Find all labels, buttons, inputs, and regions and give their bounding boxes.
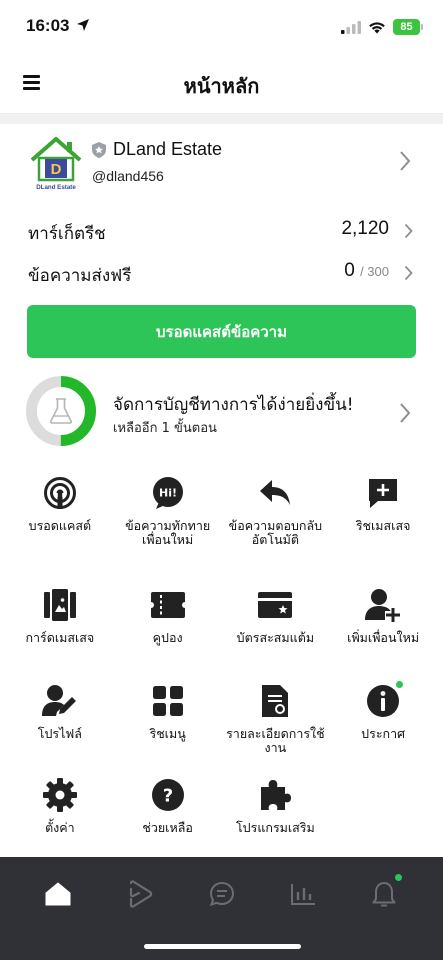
feature-grid: บรอดแคสต์ Hi! ข้อความทักทายเพื่อนใหม่ ข้… [6, 475, 437, 877]
insight-chart-icon [291, 884, 315, 905]
target-reach-value: 2,120 [341, 218, 389, 239]
free-messages-total: / 300 [360, 264, 389, 279]
logo-letter: D [51, 161, 62, 178]
page-title: หน้าหลัก [183, 74, 260, 98]
status-time: 16:03 [26, 16, 70, 35]
chat-icon [209, 881, 235, 907]
account-profile[interactable]: D DLand Estate DLand Estate @dland456 [0, 126, 443, 198]
video-play-icon [129, 880, 153, 908]
grid-label: ตั้งค่า [45, 820, 75, 835]
rich-menu-icon [152, 686, 183, 716]
svg-text:Hi!: Hi! [159, 487, 177, 500]
notification-bell-icon [372, 882, 396, 907]
free-messages-count: 0 [344, 260, 355, 281]
account-name: DLand Estate [113, 139, 223, 159]
free-messages-label: ข้อความส่งฟรี [28, 266, 132, 286]
setup-title: จัดการบัญชีทางการได้ง่ายยิ่งขึ้น! [113, 395, 354, 415]
free-messages-value: 0 / 300 [344, 260, 389, 282]
target-reach-label: ทาร์เก็ตรีช [28, 224, 106, 244]
grid-item-reward-card[interactable]: บัตรสะสมแต้ม [222, 587, 330, 687]
wifi-icon [369, 21, 385, 33]
grid-label: บัตรสะสมแต้ม [236, 630, 315, 645]
broadcast-icon [43, 477, 76, 509]
grid-label: บรอดแคสต์ [28, 518, 92, 533]
grid-label: ริชเมสเสจ [355, 518, 411, 533]
grid-label: รายละเอียดการใช้งาน [226, 726, 325, 755]
nav-chat[interactable] [202, 874, 242, 914]
status-indicators: 85 [341, 19, 423, 35]
grid-item-usage-details[interactable]: รายละเอียดการใช้งาน [222, 683, 330, 783]
grid-label: โปรไฟล์ [37, 726, 82, 741]
name-row: DLand Estate [92, 139, 222, 160]
grid-label: ช่วยเหลือ [142, 820, 193, 835]
account-id: @dland456 [92, 168, 164, 184]
grid-label: ข้อความทักทายเพื่อนใหม่ [125, 518, 211, 547]
status-bar: 16:03 85 [0, 0, 443, 56]
grid-item-coupon[interactable]: คูปอง [114, 587, 222, 687]
grid-label: เพิ่มเพื่อนใหม่ [347, 630, 420, 645]
broadcast-message-button[interactable]: บรอดแคสต์ข้อความ [27, 305, 416, 358]
grid-item-card-message[interactable]: การ์ดเมสเสจ [6, 587, 114, 687]
grid-item-broadcast[interactable]: บรอดแคสต์ [6, 475, 114, 575]
reward-card-icon [258, 592, 293, 618]
flask-icon [49, 398, 73, 424]
card-message-icon [43, 589, 76, 621]
setup-subtitle: เหลืออีก 1 ขั้นตอน [113, 421, 217, 436]
chevron-right-icon [404, 223, 413, 239]
cellular-signal-icon [341, 20, 361, 34]
svg-text:?: ? [162, 786, 172, 807]
free-messages-row[interactable]: ข้อความส่งฟรี 0 / 300 [0, 252, 443, 294]
profile-edit-icon [41, 685, 76, 716]
chevron-right-icon [404, 265, 413, 281]
settings-gear-icon [42, 778, 77, 812]
grid-label: คูปอง [152, 630, 183, 645]
notification-dot [395, 680, 405, 689]
app-header: หน้าหลัก [0, 56, 443, 114]
setup-progress-ring [26, 376, 96, 446]
nav-home[interactable] [38, 874, 78, 914]
notification-dot [394, 873, 403, 882]
grid-item-add-friend[interactable]: เพิ่มเพื่อนใหม่ [329, 587, 437, 687]
nav-insight[interactable] [283, 874, 323, 914]
battery-indicator: 85 [393, 19, 420, 35]
help-icon: ? [151, 779, 184, 811]
rich-message-icon [369, 479, 398, 508]
grid-label: ข้อความตอบกลับอัตโนมัติ [228, 518, 323, 547]
grid-item-rich-message[interactable]: ริชเมสเสจ [329, 475, 437, 575]
account-logo: D DLand Estate [30, 137, 82, 191]
section-divider [0, 114, 443, 124]
nav-video[interactable] [120, 874, 160, 914]
greeting-message-icon: Hi! [152, 477, 183, 509]
grid-item-announcement[interactable]: ประกาศ [329, 680, 437, 783]
add-friend-icon [365, 589, 401, 622]
account-setup-card[interactable]: จัดการบัญชีทางการได้ง่ายยิ่งขึ้น! เหลืออ… [0, 373, 443, 451]
grid-label: โปรแกรมเสริม [235, 820, 315, 835]
grid-item-auto-reply[interactable]: ข้อความตอบกลับอัตโนมัติ [222, 475, 330, 575]
nav-notifications[interactable] [364, 873, 404, 914]
grid-label: ประกาศ [361, 726, 406, 741]
grid-label: ริชเมนู [149, 726, 186, 741]
verified-shield-icon [92, 141, 106, 158]
battery-tip [421, 24, 423, 30]
logo-text: DLand Estate [36, 184, 76, 191]
extension-puzzle-icon [261, 780, 292, 810]
home-indicator [144, 944, 301, 949]
grid-label: การ์ดเมสเสจ [25, 630, 95, 645]
home-icon [45, 882, 71, 906]
target-reach-row[interactable]: ทาร์เก็ตรีช 2,120 [0, 210, 443, 252]
chevron-right-icon [400, 403, 411, 423]
grid-item-rich-menu[interactable]: ริชเมนู [114, 683, 222, 783]
usage-details-icon [262, 685, 289, 717]
chevron-right-icon [400, 151, 411, 171]
auto-reply-icon [260, 480, 291, 505]
announcement-icon [367, 685, 400, 717]
grid-item-profile[interactable]: โปรไฟล์ [6, 683, 114, 783]
location-arrow-icon [77, 19, 89, 31]
coupon-icon [149, 592, 186, 618]
grid-item-greeting-message[interactable]: Hi! ข้อความทักทายเพื่อนใหม่ [114, 475, 222, 575]
